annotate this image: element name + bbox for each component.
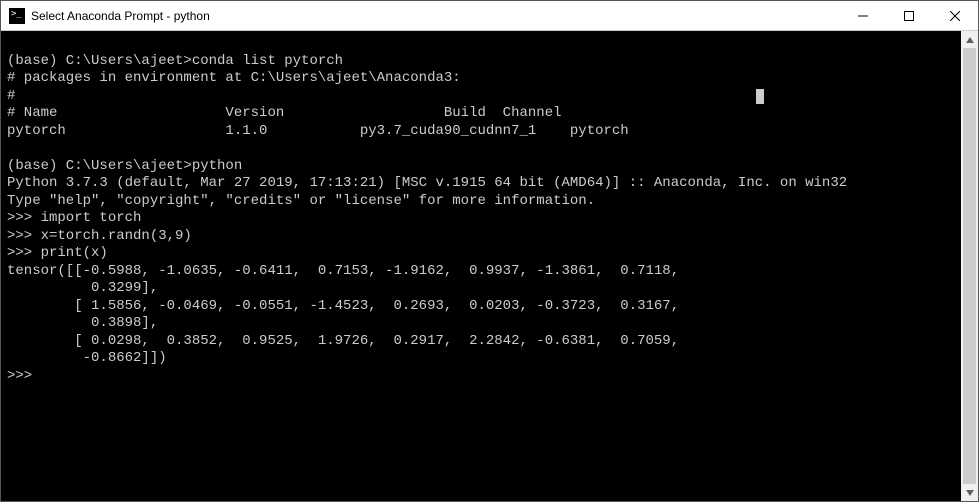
- window-title: Select Anaconda Prompt - python: [31, 9, 840, 23]
- chevron-down-icon: [966, 490, 974, 496]
- terminal-content[interactable]: (base) C:\Users\ajeet>conda list pytorch…: [1, 31, 961, 501]
- minimize-icon: [858, 11, 868, 21]
- minimize-button[interactable]: [840, 1, 886, 30]
- maximize-icon: [904, 11, 914, 21]
- titlebar[interactable]: Select Anaconda Prompt - python: [1, 1, 978, 31]
- maximize-button[interactable]: [886, 1, 932, 30]
- terminal-output: (base) C:\Users\ajeet>conda list pytorch…: [7, 35, 955, 385]
- terminal-icon: [9, 8, 25, 24]
- app-window: Select Anaconda Prompt - python (base) C…: [0, 0, 979, 502]
- close-icon: [950, 11, 960, 21]
- scroll-thumb[interactable]: [963, 48, 976, 484]
- terminal-area: (base) C:\Users\ajeet>conda list pytorch…: [1, 31, 978, 501]
- close-button[interactable]: [932, 1, 978, 30]
- vertical-scrollbar[interactable]: [961, 31, 978, 501]
- scroll-down-arrow[interactable]: [961, 484, 978, 501]
- text-cursor: [756, 89, 764, 104]
- scroll-track[interactable]: [961, 48, 978, 484]
- window-controls: [840, 1, 978, 30]
- scroll-up-arrow[interactable]: [961, 31, 978, 48]
- chevron-up-icon: [966, 37, 974, 43]
